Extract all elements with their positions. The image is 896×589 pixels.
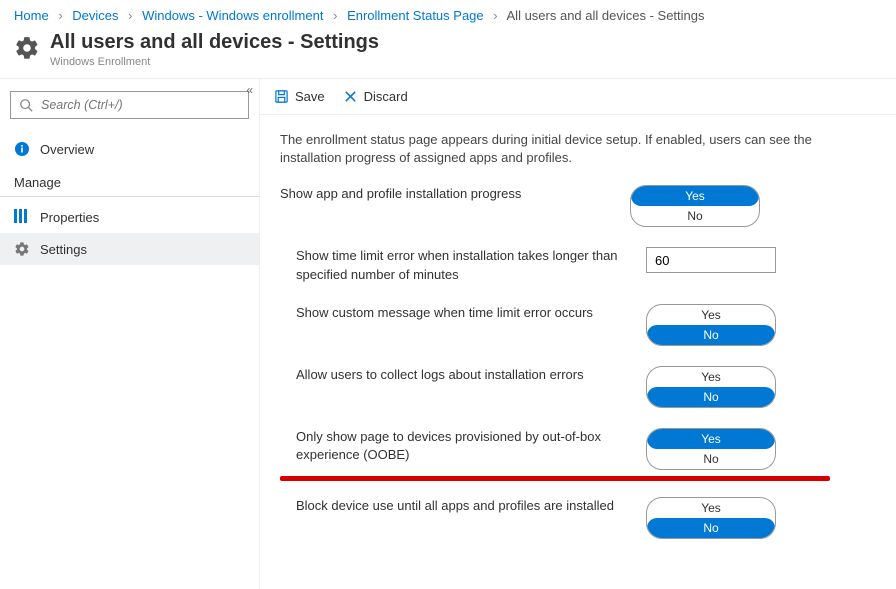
sidebar-item-label: Overview xyxy=(40,142,94,157)
breadcrumb-link-esp[interactable]: Enrollment Status Page xyxy=(347,8,484,23)
toggle-collect-logs[interactable]: Yes No xyxy=(646,366,776,408)
search-input[interactable] xyxy=(39,97,240,113)
breadcrumb-current: All users and all devices - Settings xyxy=(507,8,705,23)
info-icon xyxy=(14,141,30,157)
toggle-custom-message[interactable]: Yes No xyxy=(646,304,776,346)
breadcrumb-link-windows-enrollment[interactable]: Windows - Windows enrollment xyxy=(142,8,323,23)
discard-label: Discard xyxy=(364,89,408,104)
save-label: Save xyxy=(295,89,325,104)
sidebar-item-properties[interactable]: Properties xyxy=(0,201,259,233)
sidebar-section-manage: Manage xyxy=(0,165,259,197)
sidebar-item-label: Properties xyxy=(40,210,99,225)
chevron-right-icon: › xyxy=(333,8,337,23)
toggle-option-no[interactable]: No xyxy=(631,206,759,226)
highlight-annotation xyxy=(280,476,830,481)
page-header: All users and all devices - Settings Win… xyxy=(0,27,896,78)
gear-icon xyxy=(14,35,40,61)
chevron-right-icon: › xyxy=(493,8,497,23)
chevron-right-icon: › xyxy=(58,8,62,23)
properties-icon xyxy=(14,209,30,225)
sidebar-item-overview[interactable]: Overview xyxy=(0,133,259,165)
gear-icon xyxy=(14,241,30,257)
save-icon xyxy=(274,89,289,104)
toggle-option-no[interactable]: No xyxy=(647,387,775,407)
intro-text: The enrollment status page appears durin… xyxy=(280,131,840,167)
page-title: All users and all devices - Settings xyxy=(50,31,379,54)
sidebar-item-settings[interactable]: Settings xyxy=(0,233,259,265)
setting-oobe-only: Only show page to devices provisioned by… xyxy=(280,428,876,470)
toggle-oobe-only[interactable]: Yes No xyxy=(646,428,776,470)
sidebar: « Overview Manage Properties Settings xyxy=(0,79,260,589)
sidebar-item-label: Settings xyxy=(40,242,87,257)
setting-custom-message: Show custom message when time limit erro… xyxy=(280,304,876,346)
toggle-option-yes[interactable]: Yes xyxy=(631,186,759,206)
toggle-option-no[interactable]: No xyxy=(647,449,775,469)
toggle-block-use[interactable]: Yes No xyxy=(646,497,776,539)
setting-label: Only show page to devices provisioned by… xyxy=(296,428,646,464)
toggle-option-no[interactable]: No xyxy=(647,518,775,538)
toggle-option-yes[interactable]: Yes xyxy=(647,305,775,325)
setting-time-limit: Show time limit error when installation … xyxy=(280,247,876,283)
toggle-show-progress[interactable]: Yes No xyxy=(630,185,760,227)
toggle-option-yes[interactable]: Yes xyxy=(647,429,775,449)
discard-button[interactable]: Discard xyxy=(343,89,408,104)
setting-label: Show custom message when time limit erro… xyxy=(296,304,646,322)
setting-label: Allow users to collect logs about instal… xyxy=(296,366,646,384)
setting-label: Show app and profile installation progre… xyxy=(280,185,630,203)
command-bar: Save Discard xyxy=(260,79,896,115)
toggle-option-yes[interactable]: Yes xyxy=(647,498,775,518)
toggle-option-yes[interactable]: Yes xyxy=(647,367,775,387)
chevron-right-icon: › xyxy=(128,8,132,23)
breadcrumb: Home › Devices › Windows - Windows enrol… xyxy=(0,0,896,27)
breadcrumb-link-home[interactable]: Home xyxy=(14,8,49,23)
search-icon xyxy=(19,98,33,112)
save-button[interactable]: Save xyxy=(274,89,325,104)
time-limit-input[interactable] xyxy=(646,247,776,273)
setting-show-progress: Show app and profile installation progre… xyxy=(280,185,876,227)
setting-collect-logs: Allow users to collect logs about instal… xyxy=(280,366,876,408)
search-input-wrapper[interactable] xyxy=(10,91,249,119)
setting-label: Show time limit error when installation … xyxy=(296,247,646,283)
setting-label: Block device use until all apps and prof… xyxy=(296,497,646,515)
page-subtitle: Windows Enrollment xyxy=(50,56,379,68)
toggle-option-no[interactable]: No xyxy=(647,325,775,345)
collapse-sidebar-button[interactable]: « xyxy=(246,83,253,97)
close-icon xyxy=(343,89,358,104)
breadcrumb-link-devices[interactable]: Devices xyxy=(72,8,118,23)
setting-block-use: Block device use until all apps and prof… xyxy=(280,497,876,539)
